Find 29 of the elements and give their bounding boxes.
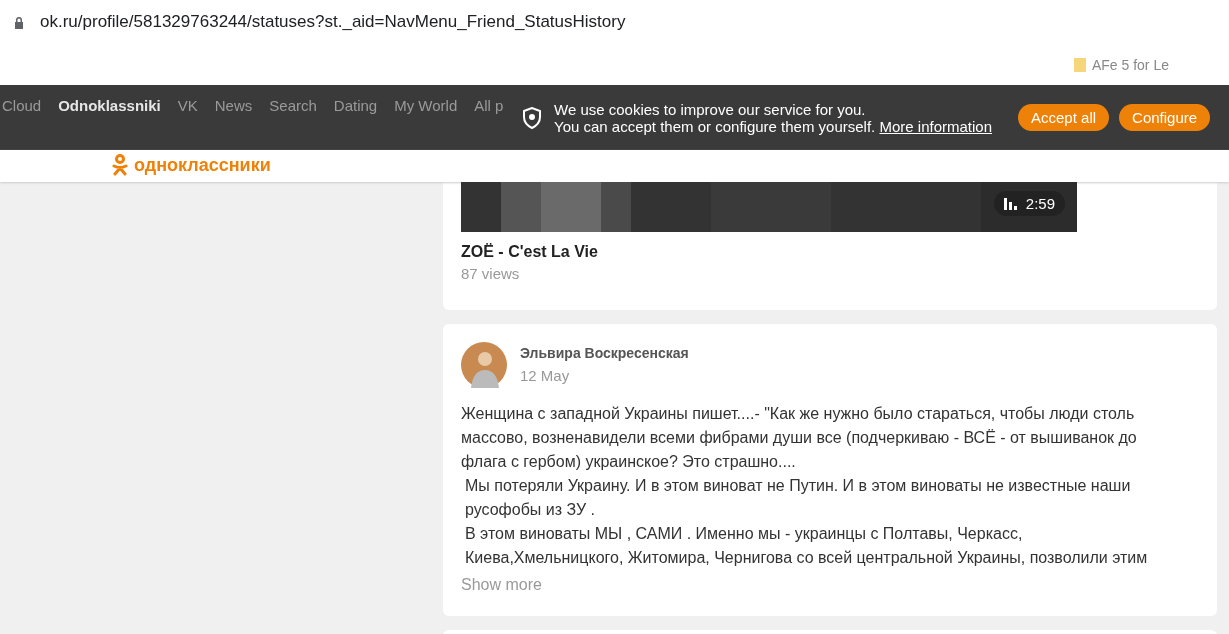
- logo-text[interactable]: одноклассники: [134, 154, 271, 176]
- post-text: Мы потеряли Украину. И в этом виноват не Путин. И в этом виноваты не известные наши русофобы из ЗУ .: [464, 476, 1132, 520]
- nav-link[interactable]: News: [214, 97, 253, 114]
- post-text: В этом виноваты МЫ , САМИ . Именно мы - украинцы с Полтавы, Черкасс, Киева,Хмельницкого, Житомира, Чернигова со всей центральной Украины, позволили этим: [464, 524, 1149, 568]
- more-information-link[interactable]: More information: [879, 117, 992, 135]
- show-more-link[interactable]: Show more: [461, 576, 542, 594]
- nav-link[interactable]: Odnoklassniki: [58, 97, 161, 114]
- nav-link[interactable]: My World: [394, 97, 458, 114]
- avatar[interactable]: [461, 342, 507, 388]
- nav-link[interactable]: Dating: [333, 97, 378, 114]
- nav-link[interactable]: Search: [269, 97, 317, 114]
- bookmark[interactable]: AFe 5 for Le: [1073, 56, 1169, 73]
- bookmark-icon: [1073, 57, 1086, 72]
- post-text: Женщина с западной Украины пишет....- "Как же нужно было стараться, чтобы люди столь массово, возненавидели всеми фибрами души все (подчеркиваю - ВСЁ - от вышиванок до флага с гербом) украинское? Это страшно....: [461, 404, 1138, 472]
- cookie-button[interactable]: Configure: [1119, 104, 1211, 131]
- lock-icon: [14, 15, 24, 29]
- shield-icon: [522, 106, 542, 129]
- nav-link[interactable]: VK: [177, 97, 198, 114]
- nav-link[interactable]: Cloud: [2, 97, 42, 114]
- logo-icon: [112, 154, 128, 176]
- post-date: 12 May: [520, 367, 571, 384]
- view-count: 87 views: [461, 265, 521, 282]
- cookie-button[interactable]: Accept all: [1018, 104, 1110, 131]
- cookie-message: You can accept them or configure them yourself.: [554, 117, 876, 135]
- author-name[interactable]: Эльвира Воскресенская: [520, 345, 689, 361]
- cookie-message: We use cookies to improve our service for you.: [554, 100, 867, 118]
- duration-badge: 2:59: [993, 191, 1065, 216]
- video-title[interactable]: ZOЁ - C'est La Vie: [461, 243, 1199, 261]
- nav-link[interactable]: All p: [474, 97, 504, 114]
